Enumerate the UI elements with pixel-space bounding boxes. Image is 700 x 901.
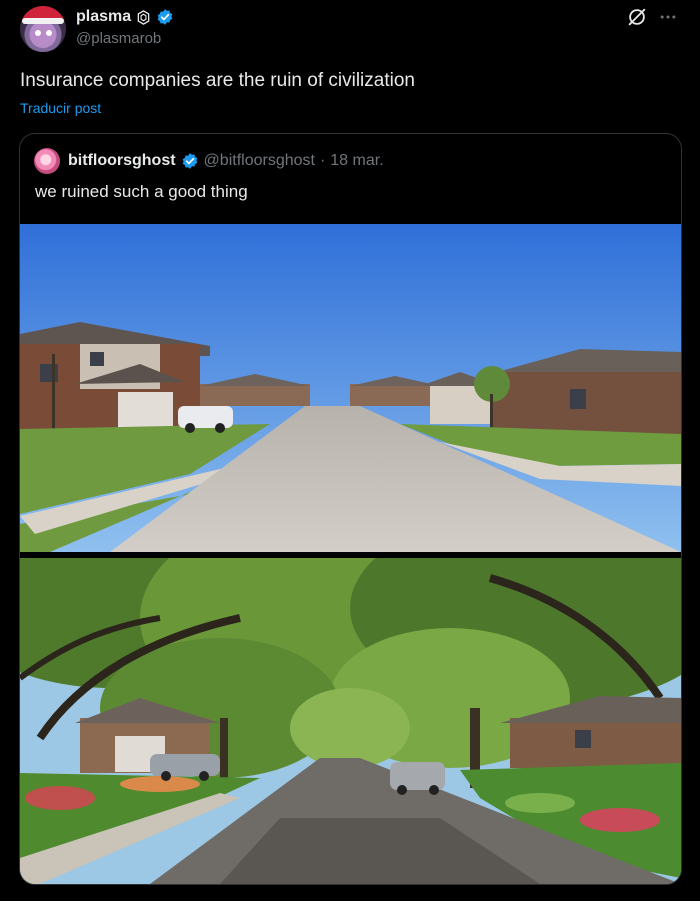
quoted-avatar	[34, 148, 60, 174]
tweet-text: Insurance companies are the ruin of civi…	[20, 70, 415, 91]
verified-icon	[156, 8, 174, 26]
quoted-text: we ruined such a good thing	[35, 182, 248, 201]
grok-icon[interactable]	[626, 6, 648, 28]
author-avatar[interactable]	[20, 6, 66, 52]
quoted-date: 18 mar.	[330, 152, 384, 169]
photo-tree-lined-street[interactable]	[20, 558, 681, 884]
translate-link[interactable]: Traducir post	[20, 100, 101, 116]
verified-icon	[181, 152, 199, 170]
quoted-post-card[interactable]: bitfloorsghost @bitfloorsghost · 18 mar.…	[19, 133, 682, 885]
quoted-separator: ·	[319, 152, 326, 169]
more-icon[interactable]	[658, 7, 678, 27]
author-name-row: plasma	[76, 6, 174, 28]
badge-icon	[136, 9, 151, 25]
quoted-handle: @bitfloorsghost	[203, 152, 315, 169]
quoted-display-name: bitfloorsghost	[68, 152, 176, 169]
quoted-header: bitfloorsghost @bitfloorsghost · 18 mar.	[34, 148, 384, 174]
header-actions	[626, 6, 678, 28]
author-display-name[interactable]: plasma	[76, 8, 131, 26]
author-handle[interactable]: @plasmarob	[76, 30, 161, 47]
photo-treeless-street[interactable]	[20, 224, 681, 552]
tweet-post: plasma @plasmarob Insurance companies ar…	[0, 0, 700, 901]
